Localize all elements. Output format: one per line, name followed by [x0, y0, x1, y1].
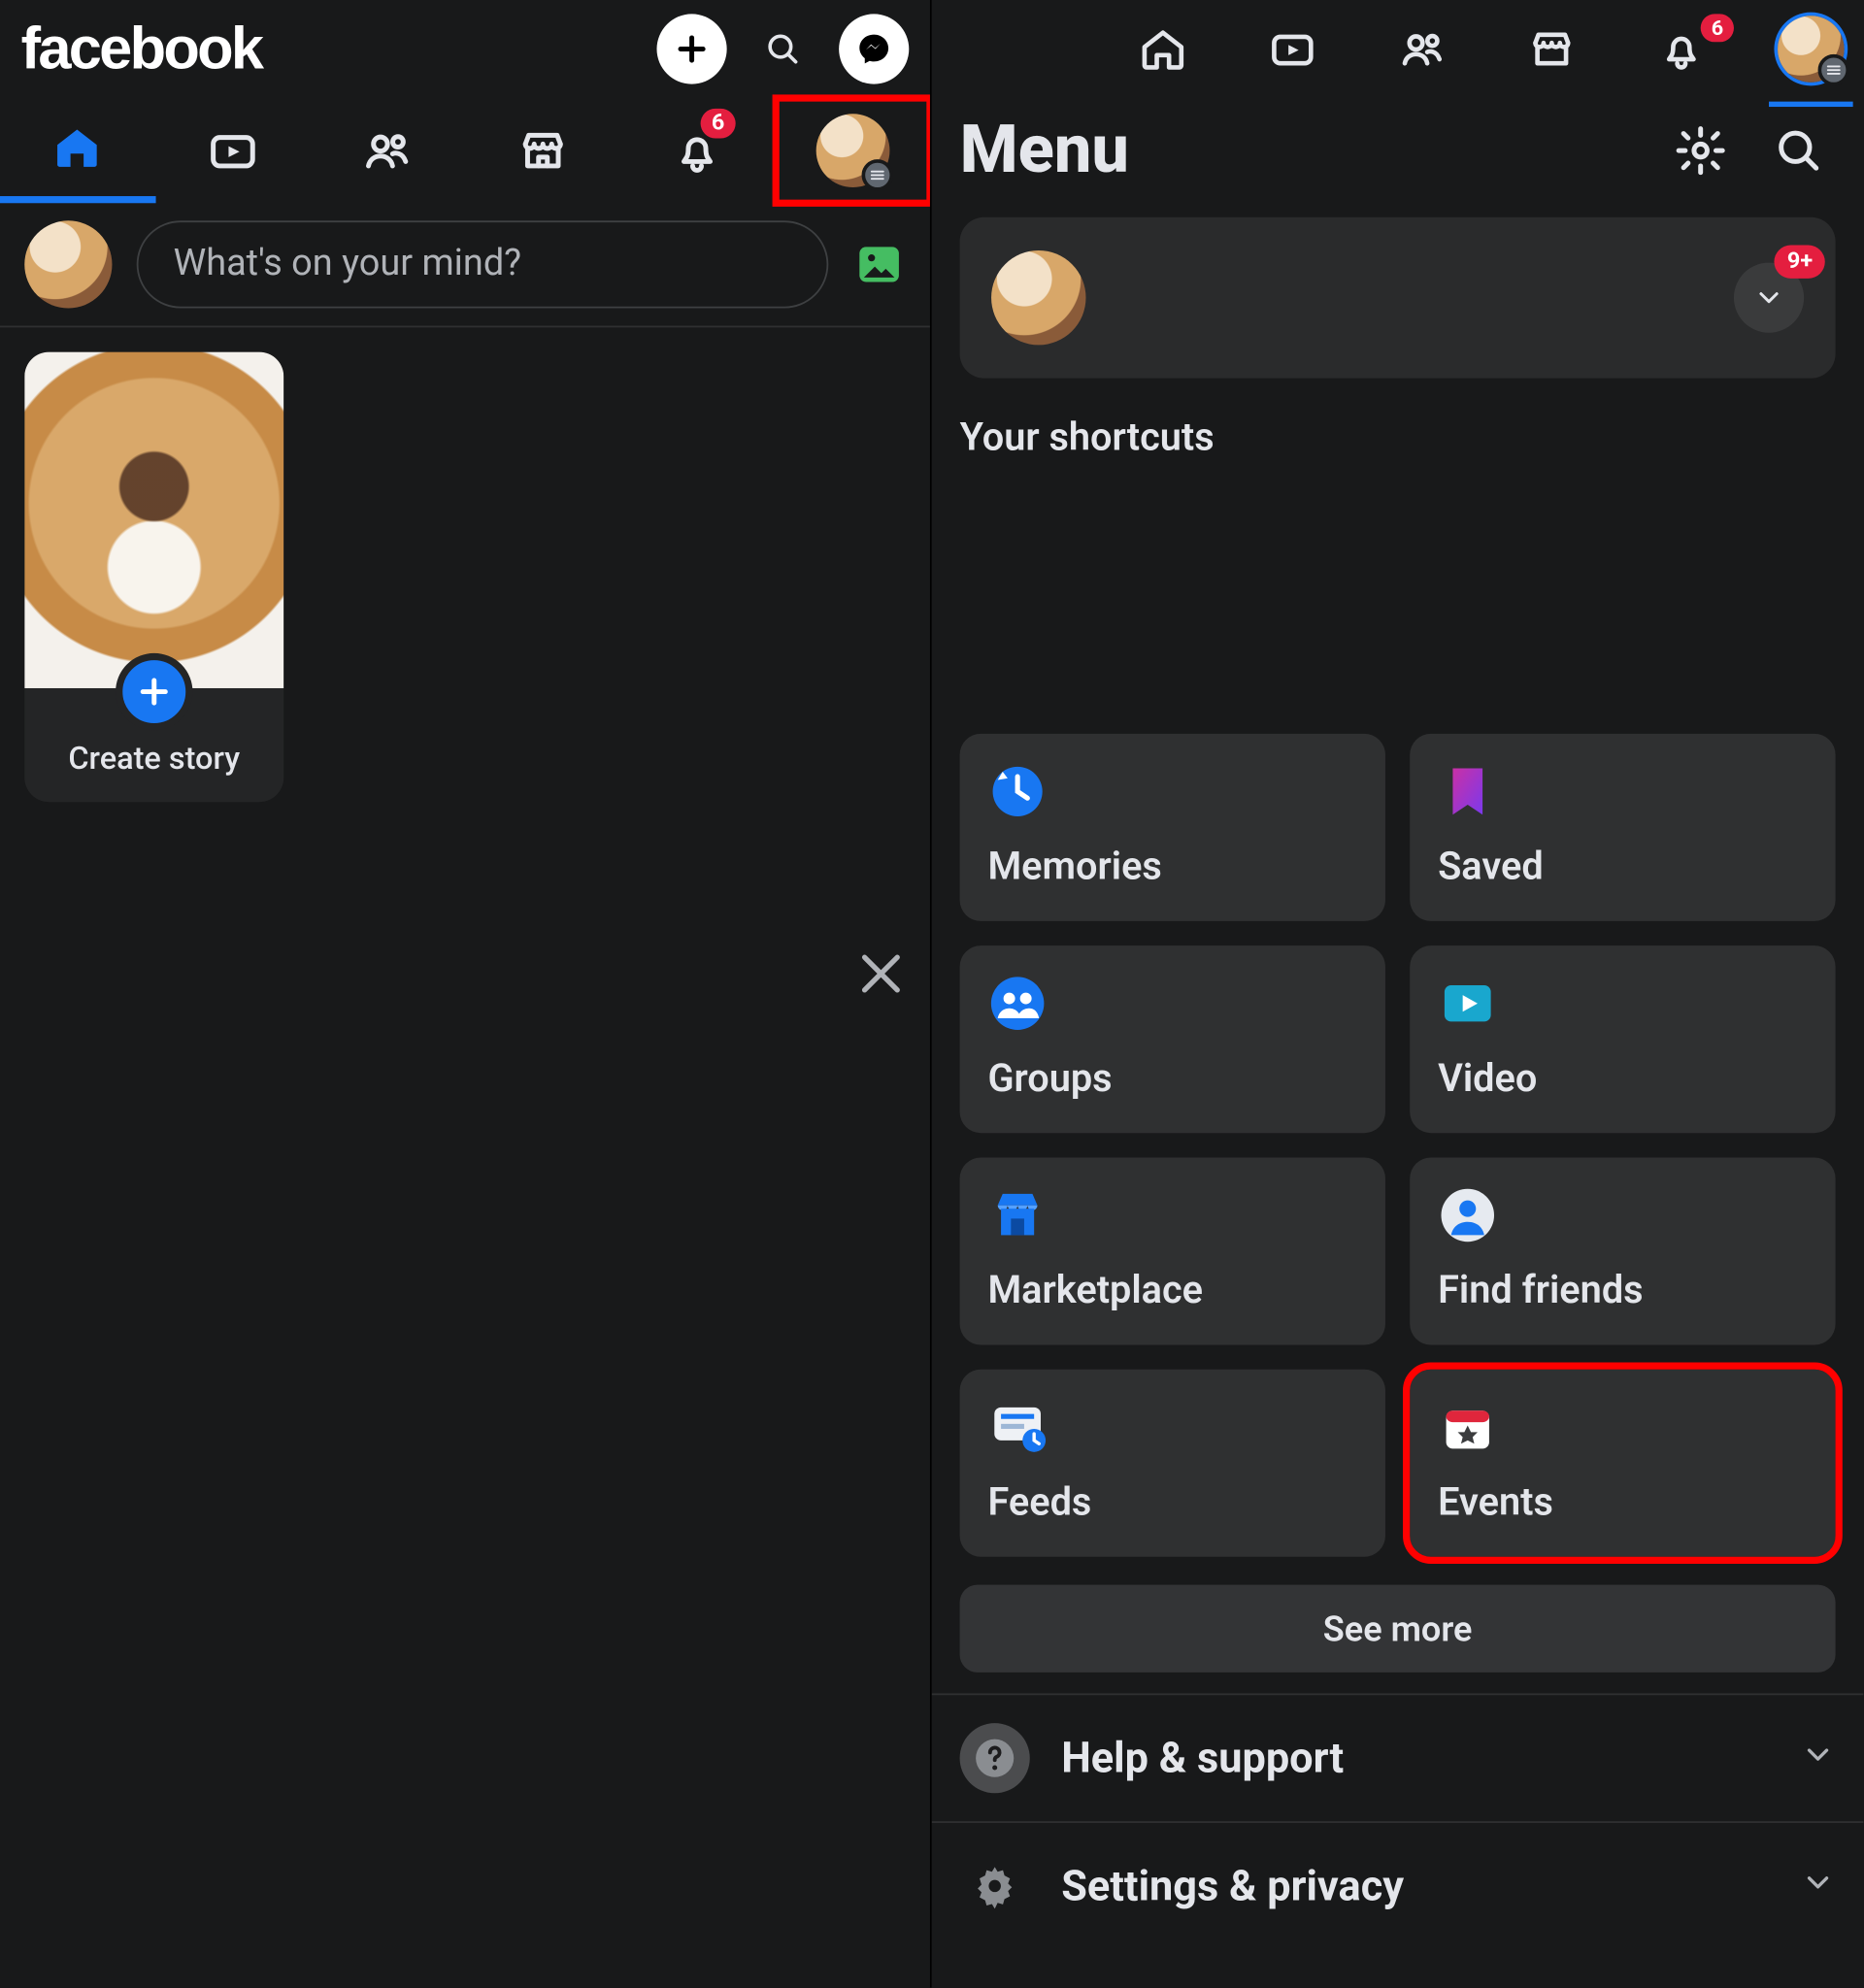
tab-menu[interactable]	[1776, 16, 1846, 83]
row-help-support[interactable]: Help & support	[932, 1693, 1864, 1821]
tab-home[interactable]	[1128, 24, 1198, 74]
tab-home[interactable]	[0, 98, 155, 203]
tab-marketplace[interactable]	[1516, 24, 1586, 74]
tab-bar: 6	[0, 98, 930, 203]
tab-video[interactable]	[1257, 24, 1327, 74]
tile-marketplace[interactable]: Marketplace	[960, 1157, 1385, 1344]
menu-grid: Memories Saved Groups Video Marketplace …	[932, 734, 1864, 1557]
tile-groups[interactable]: Groups	[960, 945, 1385, 1133]
gear-icon	[1675, 124, 1727, 177]
settings-button[interactable]	[1664, 114, 1738, 187]
profile-switcher[interactable]: 9+	[1734, 263, 1804, 333]
notification-badge: 6	[1701, 14, 1734, 42]
messenger-icon	[854, 30, 893, 69]
right-pane: 6 Menu 9+ Your shortcuts	[932, 0, 1864, 1988]
chevron-down-icon	[1801, 1738, 1836, 1779]
active-indicator	[1769, 102, 1853, 107]
marketplace-tile-icon	[987, 1185, 1047, 1244]
tab-friends[interactable]	[1387, 24, 1457, 74]
chevron-down-icon	[1753, 282, 1784, 313]
saved-icon	[1438, 762, 1497, 821]
row-label: Help & support	[1061, 1734, 1769, 1783]
tile-video[interactable]: Video	[1410, 945, 1835, 1133]
tile-label: Marketplace	[987, 1270, 1357, 1313]
row-settings-privacy[interactable]: Settings & privacy	[932, 1821, 1864, 1949]
plus-icon	[116, 653, 192, 730]
avatar	[816, 114, 889, 187]
tile-find-friends[interactable]: Find friends	[1410, 1157, 1835, 1344]
help-icon	[960, 1723, 1030, 1793]
hamburger-icon	[1818, 54, 1849, 85]
close-icon	[853, 945, 910, 1002]
tile-events[interactable]: Events	[1410, 1370, 1835, 1557]
friends-icon	[361, 124, 414, 177]
tile-label: Memories	[987, 845, 1357, 889]
photo-icon[interactable]	[853, 238, 906, 290]
home-icon	[1139, 24, 1188, 74]
story-cover	[24, 352, 283, 688]
composer: What's on your mind?	[0, 203, 930, 327]
profile-badge: 9+	[1775, 246, 1824, 279]
stories-row: Create story	[0, 327, 930, 826]
avatar	[991, 250, 1085, 345]
tab-notifications[interactable]: 6	[620, 98, 776, 203]
video-tile-icon	[1438, 974, 1497, 1033]
tab-friends[interactable]	[310, 98, 465, 203]
shortcuts-heading: Your shortcuts	[932, 379, 1864, 472]
left-pane: facebook	[0, 0, 932, 1988]
search-icon	[1773, 124, 1825, 177]
home-icon	[51, 120, 104, 173]
tile-feeds[interactable]: Feeds	[960, 1370, 1385, 1557]
bell-icon	[1657, 24, 1707, 74]
marketplace-icon	[1527, 24, 1577, 74]
hamburger-icon	[861, 159, 892, 190]
tab-marketplace[interactable]	[465, 98, 620, 203]
plus-icon	[673, 30, 712, 69]
tab-notifications[interactable]: 6	[1647, 24, 1716, 74]
see-more-button[interactable]: See more	[960, 1585, 1836, 1673]
profile-card[interactable]: 9+	[960, 217, 1836, 379]
search-button[interactable]	[1762, 114, 1836, 187]
tile-memories[interactable]: Memories	[960, 734, 1385, 921]
video-icon	[206, 124, 258, 177]
groups-icon	[987, 974, 1047, 1033]
avatar[interactable]	[24, 220, 112, 308]
settings-icon	[960, 1851, 1030, 1921]
tile-label: Video	[1438, 1058, 1808, 1102]
find-friends-icon	[1438, 1185, 1497, 1244]
notification-badge: 6	[701, 109, 736, 139]
tile-label: Find friends	[1438, 1270, 1808, 1313]
row-label: Settings & privacy	[1061, 1862, 1769, 1911]
facebook-logo[interactable]: facebook	[21, 15, 262, 83]
memories-icon	[987, 762, 1047, 821]
tile-label: Saved	[1438, 845, 1808, 889]
events-icon	[1438, 1398, 1497, 1457]
avatar	[1778, 16, 1845, 83]
top-app-bar: 6	[932, 0, 1864, 98]
messenger-button[interactable]	[839, 14, 909, 83]
tile-label: Feeds	[987, 1481, 1357, 1525]
header: facebook	[0, 0, 930, 98]
feeds-icon	[987, 1398, 1047, 1457]
tab-menu[interactable]	[775, 98, 930, 203]
tile-label: Groups	[987, 1058, 1357, 1102]
create-story-card[interactable]: Create story	[24, 352, 283, 803]
menu-header: Menu	[932, 98, 1864, 203]
tile-label: Events	[1438, 1481, 1808, 1525]
tab-video[interactable]	[155, 98, 311, 203]
video-icon	[1268, 24, 1317, 74]
search-button[interactable]	[748, 14, 817, 83]
chevron-down-icon	[1801, 1865, 1836, 1906]
marketplace-icon	[516, 124, 569, 177]
friends-icon	[1398, 24, 1448, 74]
close-button[interactable]	[853, 945, 910, 1009]
create-button[interactable]	[657, 14, 727, 83]
tile-saved[interactable]: Saved	[1410, 734, 1835, 921]
composer-input[interactable]: What's on your mind?	[137, 220, 829, 308]
search-icon	[764, 30, 803, 69]
page-title: Menu	[960, 112, 1640, 188]
